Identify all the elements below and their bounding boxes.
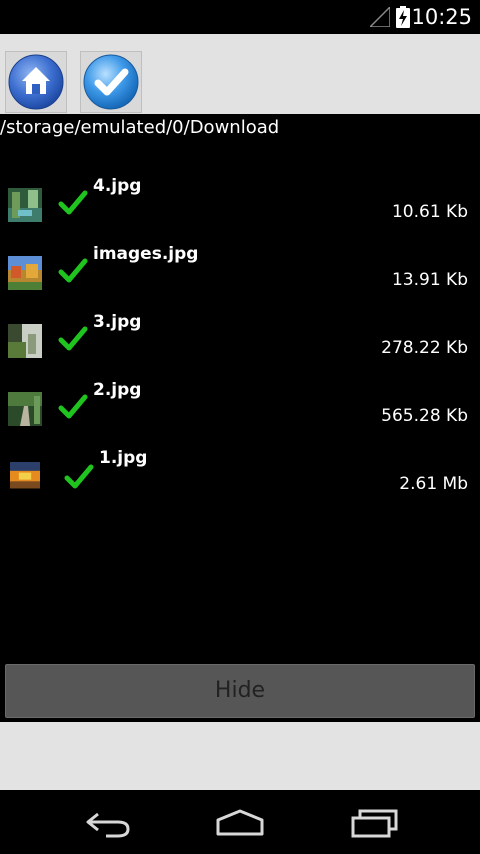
status-bar: 10:25 bbox=[0, 0, 480, 34]
file-name: 2.jpg bbox=[93, 380, 142, 400]
select-all-button[interactable] bbox=[80, 51, 142, 113]
image-thumbnail bbox=[8, 256, 42, 290]
file-size: 13.91 Kb bbox=[391, 270, 468, 290]
image-thumbnail bbox=[8, 392, 42, 426]
file-size: 565.28 Kb bbox=[381, 406, 468, 426]
file-name: 1.jpg bbox=[99, 448, 148, 468]
checked-icon[interactable] bbox=[58, 256, 88, 284]
file-size: 278.22 Kb bbox=[381, 338, 468, 358]
file-size: 10.61 Kb bbox=[391, 202, 468, 222]
file-name: images.jpg bbox=[93, 244, 199, 264]
home-icon bbox=[8, 54, 64, 110]
checked-icon[interactable] bbox=[64, 462, 94, 490]
image-thumbnail bbox=[8, 188, 42, 222]
image-thumbnail bbox=[8, 324, 42, 358]
file-name: 3.jpg bbox=[93, 312, 142, 332]
list-item[interactable]: 1.jpg 2.61 Mb bbox=[0, 444, 480, 512]
checked-icon[interactable] bbox=[58, 324, 88, 352]
recent-apps-icon[interactable] bbox=[350, 808, 400, 838]
home-button[interactable] bbox=[5, 51, 67, 113]
list-item[interactable]: 4.jpg 10.61 Kb bbox=[0, 172, 480, 240]
file-name: 4.jpg bbox=[93, 176, 142, 196]
battery-charging-icon bbox=[396, 6, 410, 28]
list-item[interactable]: 3.jpg 278.22 Kb bbox=[0, 308, 480, 376]
hide-button[interactable]: Hide bbox=[5, 664, 475, 718]
back-icon[interactable] bbox=[84, 808, 132, 838]
image-thumbnail bbox=[10, 462, 40, 489]
checkmark-icon bbox=[83, 54, 139, 110]
bottom-panel bbox=[0, 722, 480, 790]
current-path: /storage/emulated/0/Download bbox=[0, 117, 280, 138]
list-item[interactable]: 2.jpg 565.28 Kb bbox=[0, 376, 480, 444]
list-item[interactable]: images.jpg 13.91 Kb bbox=[0, 240, 480, 308]
home-icon[interactable] bbox=[214, 808, 266, 838]
checked-icon[interactable] bbox=[58, 188, 88, 216]
clock: 10:25 bbox=[411, 5, 472, 29]
file-size: 2.61 Mb bbox=[399, 474, 468, 494]
file-list: 4.jpg 10.61 Kb images.jpg 13.91 Kb 3.jpg… bbox=[0, 172, 480, 512]
navigation-bar bbox=[0, 790, 480, 854]
signal-icon bbox=[370, 7, 390, 27]
checked-icon[interactable] bbox=[58, 392, 88, 420]
toolbar bbox=[0, 34, 480, 114]
